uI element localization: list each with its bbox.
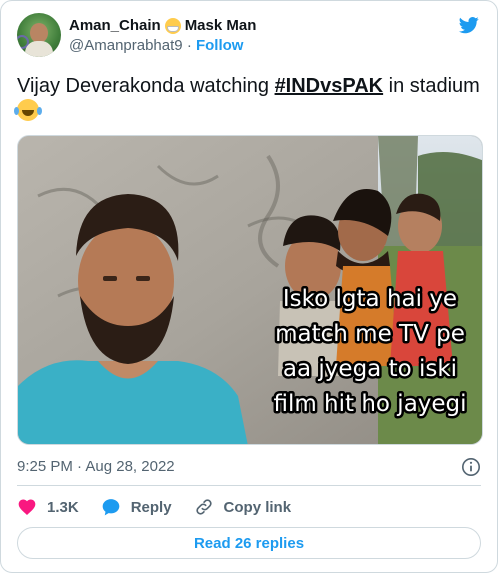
author-names: Aman_Chain Mask Man @Amanprabhat9 · Foll… [69,16,256,56]
face-with-tears-of-joy-icon [14,99,39,121]
author-handle-row: @Amanprabhat9 · Follow [69,36,256,56]
author-name-suffix: Mask Man [184,17,257,34]
tweet-timestamp[interactable]: 9:25 PM · Aug 28, 2022 [17,457,175,477]
tweet-time: 9:25 PM [17,458,73,475]
tweet-media-image[interactable]: Isko lgta hai ye match me TV pe aa jyega… [17,135,483,445]
meme-caption-line: Isko lgta hai ye [283,286,457,312]
timestamp-separator: · [77,458,83,475]
hashtag-link[interactable]: #INDvsPAK [275,75,384,97]
meme-caption-line: match me TV pe [275,321,465,347]
like-button[interactable]: 1.3K [17,497,79,517]
heart-icon [18,499,36,515]
twitter-bird-icon[interactable] [457,15,481,35]
reply-label: Reply [130,498,172,516]
tweet-card: Aman_Chain Mask Man @Amanprabhat9 · Foll… [0,0,498,573]
tweet-text: Vijay Deverakonda watching #INDvsPAK in … [14,73,481,125]
copy-link-button[interactable]: Copy link [194,497,292,517]
copy-link-label: Copy link [223,498,292,516]
handle-separator: · [186,37,192,54]
tweet-header: Aman_Chain Mask Man @Amanprabhat9 · Foll… [17,13,481,65]
meme-caption-line: film hit ho jayegi [273,391,466,417]
face-with-medical-mask-icon [164,18,181,34]
reply-button[interactable]: Reply [101,497,172,517]
meme-image: Isko lgta hai ye match me TV pe aa jyega… [18,136,482,444]
author-avatar[interactable] [17,13,61,57]
author-name-text: Aman_Chain [69,17,161,34]
read-replies-button[interactable]: Read 26 replies [17,527,481,559]
meme-caption-line: aa jyega to iski [283,356,457,382]
author-handle[interactable]: @Amanprabhat9 [69,37,183,54]
like-count: 1.3K [47,498,79,516]
reply-bubble-icon [102,499,120,516]
link-icon [195,499,212,515]
info-icon[interactable] [461,457,481,477]
tweet-date: Aug 28, 2022 [85,458,175,475]
tweet-actions: 1.3K Reply Copy link [17,495,313,519]
divider [17,485,481,486]
author-display-name[interactable]: Aman_Chain Mask Man [69,16,256,36]
follow-link[interactable]: Follow [196,37,244,54]
tweet-text-after: in stadium [383,75,480,97]
tweet-text-before: Vijay Deverakonda watching [17,75,275,97]
